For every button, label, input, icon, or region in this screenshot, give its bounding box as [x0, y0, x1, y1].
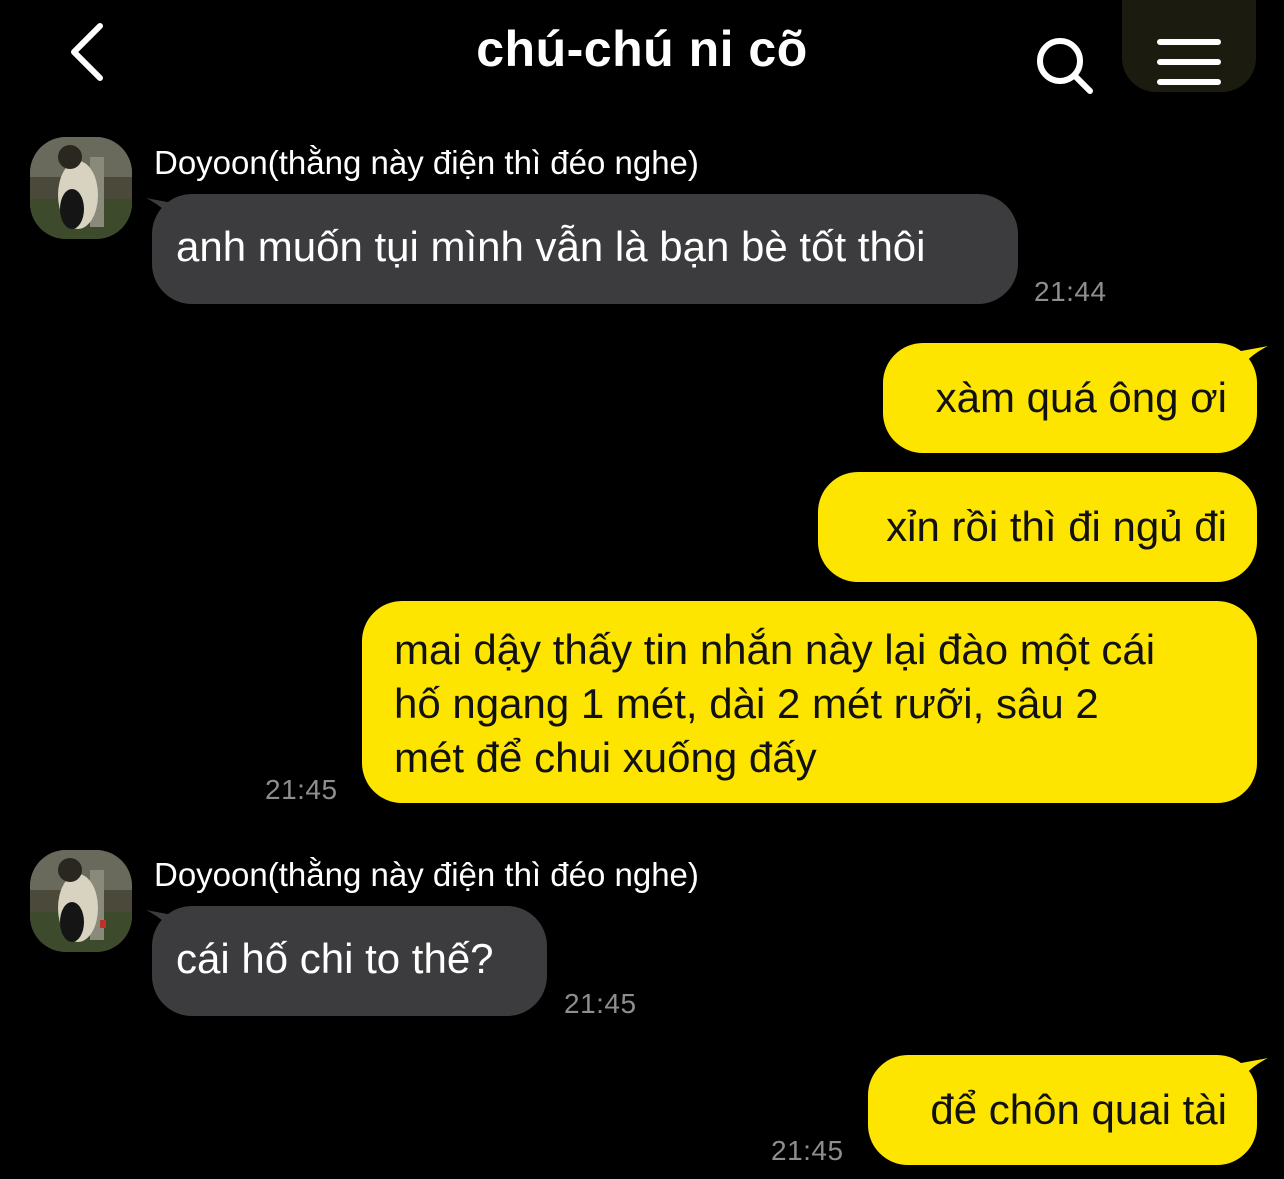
menu-button[interactable] — [1150, 32, 1230, 92]
outgoing-message-bubble[interactable]: để chôn quai tài — [868, 1055, 1257, 1165]
message-line: mét để chui xuống đấy — [394, 734, 817, 781]
message-timestamp: 21:45 — [265, 774, 338, 805]
outgoing-message-bubble[interactable]: mai dậy thấy tin nhắn này lại đào một cá… — [362, 601, 1257, 803]
incoming-message-bubble[interactable]: anh muốn tụi mình vẫn là bạn bè tốt thôi — [152, 194, 1018, 304]
chat-header: chú-chú ni cõ — [0, 0, 1284, 110]
search-icon — [1037, 38, 1093, 94]
outgoing-message-bubble[interactable]: xỉn rồi thì đi ngủ đi — [818, 472, 1257, 582]
hamburger-menu-icon — [1157, 39, 1221, 85]
message-timestamp: 21:45 — [564, 988, 637, 1019]
profile-photo — [30, 137, 132, 239]
message-line: hố ngang 1 mét, dài 2 mét rưỡi, sâu 2 — [394, 680, 1099, 727]
avatar[interactable] — [30, 850, 132, 952]
outgoing-message-bubble[interactable]: xàm quá ông ơi — [883, 343, 1257, 453]
message-timestamp: 21:45 — [771, 1135, 844, 1166]
search-button[interactable] — [1030, 30, 1100, 100]
sender-name: Doyoon(thằng này điện thì đéo nghe) — [154, 856, 699, 893]
message-timestamp: 21:44 — [1034, 276, 1107, 307]
message-line: mai dậy thấy tin nhắn này lại đào một cá… — [394, 626, 1156, 673]
sender-name: Doyoon(thằng này điện thì đéo nghe) — [154, 144, 699, 181]
profile-photo — [30, 850, 132, 952]
incoming-message-bubble[interactable]: cái hố chi to thế? — [152, 906, 547, 1016]
avatar[interactable] — [30, 137, 132, 239]
